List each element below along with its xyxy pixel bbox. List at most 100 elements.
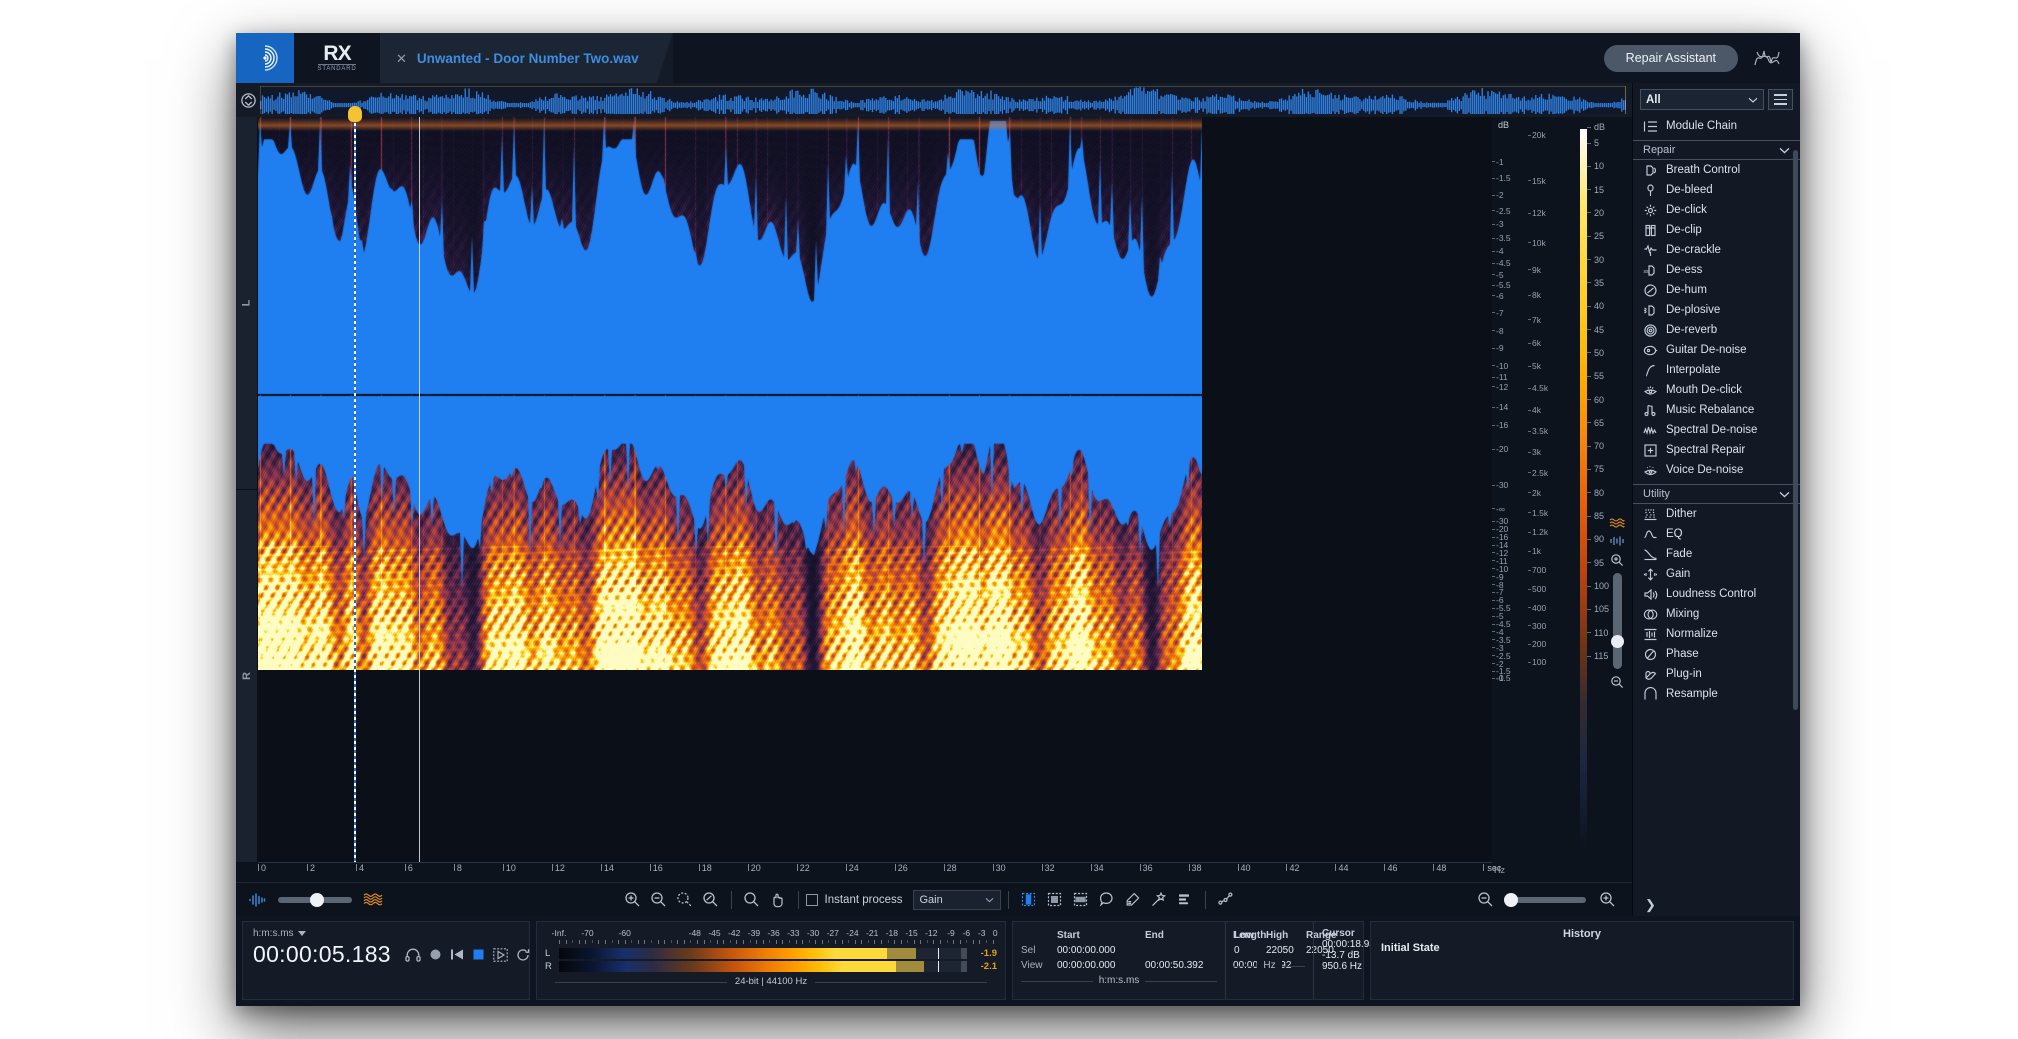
- sidebar-item-gain[interactable]: Gain: [1633, 564, 1800, 584]
- instant-process-checkbox[interactable]: [805, 893, 818, 906]
- waveform-icon[interactable]: [244, 887, 270, 913]
- hamburger-menu-icon[interactable]: [1768, 89, 1793, 110]
- horizontal-zoom-in-icon[interactable]: [1594, 887, 1620, 913]
- sidebar-item-label: De-bleed: [1666, 184, 1713, 196]
- zoom-in-icon[interactable]: [1610, 553, 1624, 567]
- rectangle-selection-tool-icon[interactable]: [1042, 887, 1068, 913]
- sidebar-item-de-bleed[interactable]: De-bleed: [1633, 180, 1800, 200]
- playhead-handle[interactable]: [348, 106, 362, 122]
- magnifier-tool-icon[interactable]: [739, 887, 765, 913]
- sidebar-item-mouth-de-click[interactable]: Mouth De-click: [1633, 380, 1800, 400]
- process-select[interactable]: Gain: [912, 889, 1001, 910]
- waveform-icon[interactable]: [1609, 535, 1625, 547]
- spectrogram-icon[interactable]: [360, 887, 386, 913]
- zoom-to-selection-icon[interactable]: [672, 887, 698, 913]
- time-selection-tool-icon[interactable]: [1016, 887, 1042, 913]
- rewind-to-start-icon[interactable]: [450, 948, 464, 961]
- sidebar-item-music-rebalance[interactable]: Music Rebalance: [1633, 400, 1800, 420]
- lasso-tool-icon[interactable]: [1094, 887, 1120, 913]
- zoom-in-icon[interactable]: [620, 887, 646, 913]
- view-high[interactable]: 22050: [1266, 943, 1296, 958]
- horizontal-zoom-out-icon[interactable]: [1472, 887, 1498, 913]
- repair-assistant-button[interactable]: Repair Assistant: [1603, 44, 1738, 72]
- sidebar-item-eq[interactable]: EQ: [1633, 524, 1800, 544]
- brush-tool-icon[interactable]: [1120, 887, 1146, 913]
- time-tick: 30: [992, 863, 1006, 873]
- vertical-zoom-control[interactable]: [1606, 517, 1628, 689]
- sidebar-item-interpolate[interactable]: Interpolate: [1633, 360, 1800, 380]
- close-icon[interactable]: ✕: [396, 52, 407, 65]
- time-format-select[interactable]: h:m:s.ms: [253, 928, 519, 939]
- sidebar-item-fade[interactable]: Fade: [1633, 544, 1800, 564]
- zoom-out-icon[interactable]: [646, 887, 672, 913]
- spectrogram-icon[interactable]: [1609, 517, 1625, 529]
- sidebar-item-dither[interactable]: Dither: [1633, 504, 1800, 524]
- instant-process-label: Instant process: [824, 893, 903, 906]
- stop-icon[interactable]: [472, 948, 485, 961]
- sidebar-item-plug-in[interactable]: Plug-in: [1633, 664, 1800, 684]
- sidebar-item-de-hum[interactable]: De-hum: [1633, 280, 1800, 300]
- sidebar-item-normalize[interactable]: Normalize: [1633, 624, 1800, 644]
- vertical-resize-icon[interactable]: [236, 83, 260, 117]
- view-end[interactable]: 00:00:50.392: [1145, 958, 1223, 973]
- sidebar-item-voice-de-noise[interactable]: Voice De-noise: [1633, 460, 1800, 480]
- sidebar-item-guitar-de-noise[interactable]: Guitar De-noise: [1633, 340, 1800, 360]
- history-item[interactable]: Initial State: [1381, 942, 1783, 954]
- time-ruler[interactable]: 0 2 4 6 8 10 12 14 16 18 20 22 24 26 28 30 32 34 36 38 40 42 4…: [258, 862, 1501, 882]
- module-list[interactable]: Module Chain Repair Breath Control De-bleed…: [1633, 116, 1800, 894]
- document-tab[interactable]: ✕ Unwanted - Door Number Two.wav: [380, 33, 673, 83]
- magic-wand-tool-icon[interactable]: [1146, 887, 1172, 913]
- sidebar-item-de-reverb[interactable]: De-reverb: [1633, 320, 1800, 340]
- izotope-radial-logo-icon[interactable]: [236, 33, 294, 83]
- pen-tool-icon[interactable]: [1213, 887, 1239, 913]
- vertical-zoom-slider[interactable]: [1610, 573, 1624, 669]
- sel-start[interactable]: 00:00:00.000: [1057, 943, 1135, 958]
- squiggle-waveform-icon[interactable]: [1752, 45, 1782, 71]
- spectrogram-view[interactable]: [258, 106, 1492, 862]
- hand-tool-icon[interactable]: [765, 887, 791, 913]
- sidebar-item-breath-control[interactable]: Breath Control: [1633, 160, 1800, 180]
- meter-scale-label: -39: [747, 928, 761, 938]
- waveform-spectrogram-blend-slider[interactable]: [278, 892, 352, 907]
- zoom-reset-icon[interactable]: [698, 887, 724, 913]
- module-filter-select[interactable]: All: [1640, 89, 1764, 110]
- monitor-headphones-icon[interactable]: [405, 948, 421, 962]
- sel-end[interactable]: [1145, 943, 1223, 958]
- play-selection-icon[interactable]: [493, 947, 508, 962]
- overview-waveform[interactable]: [260, 86, 1626, 114]
- horizontal-zoom-knob[interactable]: [1504, 892, 1519, 907]
- sidebar-item-module-chain[interactable]: Module Chain: [1633, 116, 1800, 136]
- view-low[interactable]: 0: [1234, 943, 1256, 958]
- sidebar-item-de-clip[interactable]: De-clip: [1633, 220, 1800, 240]
- horizontal-zoom-slider[interactable]: [1504, 892, 1587, 907]
- vertical-zoom-knob[interactable]: [1610, 635, 1624, 648]
- sidebar-item-mixing[interactable]: Mixing: [1633, 604, 1800, 624]
- sidebar-group-repair[interactable]: Repair: [1633, 140, 1800, 160]
- meter-scale-label: -36: [767, 928, 780, 938]
- frequency-tick: 1.2k: [1527, 527, 1549, 538]
- sidebar-item-spectral-de-noise[interactable]: Spectral De-noise: [1633, 420, 1800, 440]
- zoom-out-icon[interactable]: [1610, 675, 1624, 689]
- playhead[interactable]: [348, 106, 362, 862]
- module-list-scrollbar[interactable]: [1793, 150, 1798, 710]
- amplitude-tick: 10: [1586, 161, 1605, 172]
- sidebar-item-loudness-control[interactable]: Loudness Control: [1633, 584, 1800, 604]
- blend-slider-knob[interactable]: [310, 892, 324, 907]
- db-tick: -3: [1492, 219, 1504, 230]
- sidebar-group-utility[interactable]: Utility: [1633, 484, 1800, 504]
- view-start[interactable]: 00:00:00.000: [1057, 958, 1135, 973]
- freq-selection-tool-icon[interactable]: [1068, 887, 1094, 913]
- loop-icon[interactable]: [516, 948, 530, 962]
- record-icon[interactable]: [429, 948, 442, 961]
- sidebar-item-de-ess[interactable]: ss De-ess: [1633, 260, 1800, 280]
- eq-curve-icon: [1643, 527, 1658, 542]
- harmonic-select-tool-icon[interactable]: [1172, 887, 1198, 913]
- chevron-right-icon[interactable]: ❯: [1633, 894, 1800, 916]
- sidebar-item-resample[interactable]: Resample: [1633, 684, 1800, 704]
- sidebar-item-de-plosive[interactable]: De-plosive: [1633, 300, 1800, 320]
- sidebar-item-spectral-repair[interactable]: Spectral Repair: [1633, 440, 1800, 460]
- sidebar-item-phase[interactable]: Phase: [1633, 644, 1800, 664]
- sidebar-item-de-click[interactable]: De-click: [1633, 200, 1800, 220]
- sidebar-group-label: Utility: [1643, 488, 1670, 500]
- sidebar-item-de-crackle[interactable]: De-crackle: [1633, 240, 1800, 260]
